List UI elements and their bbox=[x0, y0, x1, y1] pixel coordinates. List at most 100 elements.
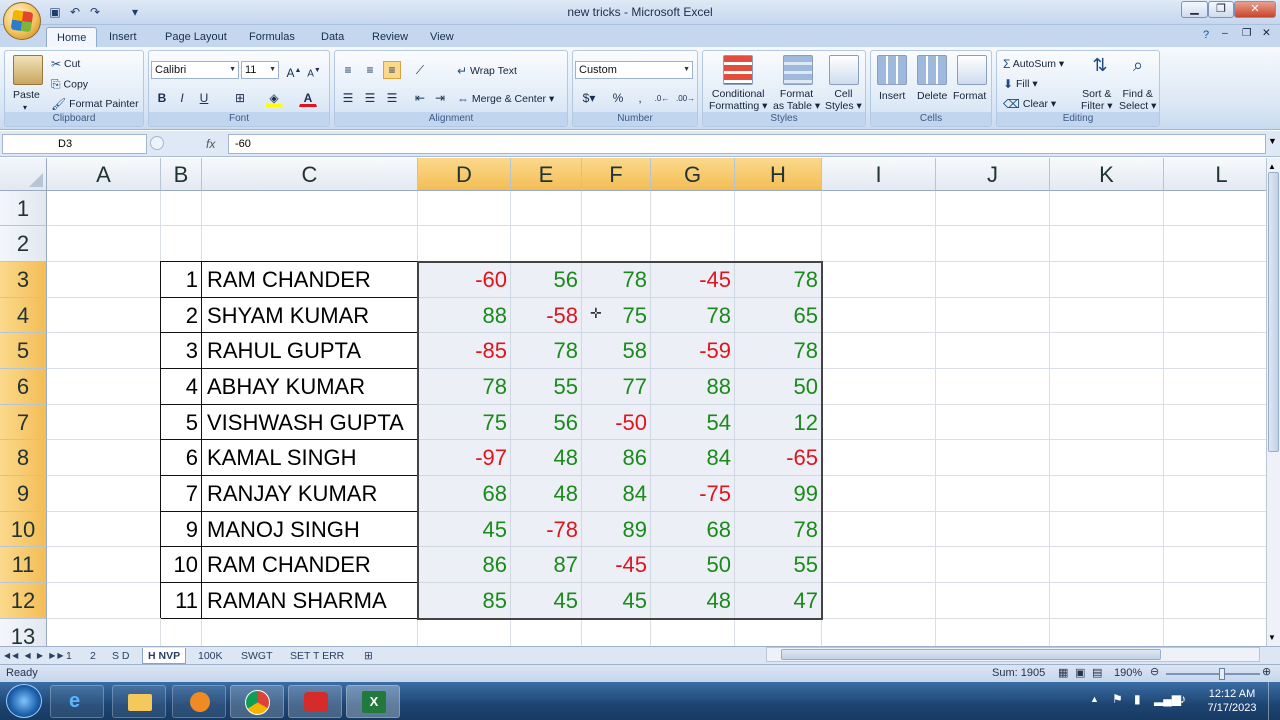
cell-c6[interactable]: ABHAY KUMAR bbox=[202, 369, 418, 404]
wrap-text-button[interactable]: ↵ Wrap Text bbox=[457, 64, 517, 78]
expand-formula-icon[interactable]: ▼ bbox=[1268, 136, 1277, 146]
cell-c11[interactable]: RAM CHANDER bbox=[202, 547, 418, 582]
column-header-b[interactable]: B bbox=[161, 158, 202, 191]
name-box[interactable]: D3 bbox=[2, 134, 147, 154]
comma-button[interactable]: , bbox=[631, 89, 649, 107]
increase-decimal-icon[interactable]: .0← bbox=[653, 89, 671, 107]
orientation-icon[interactable]: ⟋ bbox=[411, 61, 429, 79]
office-button[interactable] bbox=[3, 2, 41, 40]
row-header-3[interactable]: 3 bbox=[0, 262, 47, 298]
align-right-icon[interactable]: ☰ bbox=[383, 89, 401, 107]
row-header-8[interactable]: 8 bbox=[0, 440, 47, 476]
restore-button[interactable]: ❐ bbox=[1208, 1, 1234, 18]
sheet-tab-swgt[interactable]: SWGT bbox=[241, 648, 273, 664]
sheet-tab-100k[interactable]: 100K bbox=[198, 648, 223, 664]
ribbon-restore-icon[interactable]: ❐ bbox=[1242, 27, 1251, 39]
column-header-e[interactable]: E bbox=[511, 158, 582, 191]
cell-c9[interactable]: RANJAY KUMAR bbox=[202, 476, 418, 511]
font-size-select[interactable]: 11 ▼ bbox=[241, 61, 279, 79]
sheet-tab-h-nvp[interactable]: H NVP bbox=[142, 648, 187, 664]
cell-b3[interactable]: 1 bbox=[161, 262, 202, 297]
internet-explorer-icon[interactable]: e bbox=[50, 685, 104, 718]
clock[interactable]: 12:12 AM 7/17/2023 bbox=[1200, 687, 1264, 715]
shrink-font-button[interactable]: A▼ bbox=[305, 61, 323, 79]
font-name-select[interactable]: Calibri ▼ bbox=[151, 61, 239, 79]
decrease-decimal-icon[interactable]: .00→ bbox=[675, 89, 695, 107]
ribbon-minimize-icon[interactable]: – bbox=[1222, 27, 1228, 39]
column-header-l[interactable]: L bbox=[1164, 158, 1266, 191]
tab-view[interactable]: View bbox=[420, 27, 464, 47]
tab-page-layout[interactable]: Page Layout bbox=[155, 27, 237, 47]
show-desktop-button[interactable] bbox=[1268, 682, 1280, 720]
page-break-view-icon[interactable]: ▤ bbox=[1092, 666, 1102, 679]
column-header-a[interactable]: A bbox=[47, 158, 161, 191]
tab-home[interactable]: Home bbox=[46, 27, 98, 47]
delete-button[interactable]: Delete bbox=[917, 90, 947, 102]
conditional-formatting-button[interactable]: Conditional Formatting ▾ bbox=[709, 88, 767, 112]
tab-review[interactable]: Review bbox=[362, 27, 418, 47]
sort-filter-button[interactable]: Sort & Filter ▾ bbox=[1081, 88, 1113, 112]
find-select-button[interactable]: Find & Select ▾ bbox=[1119, 88, 1156, 112]
screen-recorder-icon[interactable] bbox=[288, 685, 342, 718]
format-painter-button[interactable]: 🖌 Format Painter bbox=[51, 97, 139, 111]
cell-c10[interactable]: MANOJ SINGH bbox=[202, 512, 418, 547]
tab-data[interactable]: Data bbox=[311, 27, 354, 47]
column-header-i[interactable]: I bbox=[822, 158, 936, 191]
row-header-1[interactable]: 1 bbox=[0, 191, 47, 226]
insert-function-icon[interactable]: fx bbox=[206, 137, 215, 151]
column-header-j[interactable]: J bbox=[936, 158, 1050, 191]
help-icon[interactable]: ? bbox=[1203, 29, 1209, 41]
page-layout-view-icon[interactable]: ▣ bbox=[1075, 666, 1085, 679]
paste-dropdown-icon[interactable]: ▾ bbox=[23, 103, 27, 112]
battery-icon[interactable]: ▮ bbox=[1134, 692, 1141, 706]
cell-b4[interactable]: 2 bbox=[161, 298, 202, 333]
chrome-icon[interactable] bbox=[230, 685, 284, 718]
align-bottom-icon[interactable]: ≡ bbox=[383, 61, 401, 79]
column-header-h[interactable]: H bbox=[735, 158, 822, 191]
cell-c4[interactable]: SHYAM KUMAR bbox=[202, 298, 418, 333]
start-button[interactable] bbox=[6, 684, 42, 718]
cell-styles-button[interactable]: Cell Styles ▾ bbox=[825, 88, 862, 112]
borders-icon[interactable]: ⊞ bbox=[231, 89, 249, 107]
cell-c12[interactable]: RAMAN SHARMA bbox=[202, 583, 418, 618]
horizontal-scroll-thumb[interactable] bbox=[781, 649, 1161, 660]
percent-button[interactable]: % bbox=[609, 89, 627, 107]
number-format-select[interactable]: Custom ▼ bbox=[575, 61, 693, 79]
row-header-12[interactable]: 12 bbox=[0, 583, 47, 619]
network-icon[interactable]: ▂▄▆ bbox=[1154, 692, 1181, 706]
horizontal-scrollbar[interactable] bbox=[766, 647, 1260, 662]
action-center-icon[interactable]: ⚑ bbox=[1112, 692, 1123, 706]
cut-button[interactable]: ✂ Cut bbox=[51, 57, 80, 71]
row-header-6[interactable]: 6 bbox=[0, 369, 47, 405]
row-header-9[interactable]: 9 bbox=[0, 476, 47, 512]
zoom-slider[interactable] bbox=[1166, 673, 1260, 675]
media-player-icon[interactable] bbox=[172, 685, 226, 718]
sheet-nav-icon[interactable]: ◀◀ ◀ ▶ ▶▶ bbox=[4, 648, 66, 664]
normal-view-icon[interactable]: ▦ bbox=[1058, 666, 1068, 679]
font-color-icon[interactable]: A bbox=[299, 89, 317, 107]
merge-center-button[interactable]: ⇔ Merge & Center ▾ bbox=[457, 92, 554, 106]
cell-b12[interactable]: 11 bbox=[161, 583, 202, 618]
row-header-2[interactable]: 2 bbox=[0, 226, 47, 262]
sheet-tab-set-t-err[interactable]: SET T ERR bbox=[290, 648, 344, 664]
grow-font-button[interactable]: A▲ bbox=[285, 61, 303, 80]
cell-c7[interactable]: VISHWASH GUPTA bbox=[202, 405, 418, 440]
vertical-scroll-thumb[interactable] bbox=[1268, 172, 1279, 452]
formula-input[interactable]: -60 bbox=[228, 134, 1266, 154]
minimize-button[interactable]: ▁ bbox=[1181, 1, 1208, 18]
cell-b9[interactable]: 7 bbox=[161, 476, 202, 511]
cell-c3[interactable]: RAM CHANDER bbox=[202, 262, 418, 297]
bold-button[interactable]: B bbox=[153, 89, 171, 107]
cell-b7[interactable]: 5 bbox=[161, 405, 202, 440]
volume-icon[interactable]: ♪ bbox=[1180, 692, 1186, 706]
worksheet-grid[interactable]: ABCDEFGHIJKL 1 2 3 4 5 6 7 8 9 10 11 12 13 1 RAM CHAN… bbox=[0, 158, 1266, 646]
column-header-g[interactable]: G bbox=[651, 158, 735, 191]
cell-b5[interactable]: 3 bbox=[161, 333, 202, 368]
italic-button[interactable]: I bbox=[173, 89, 191, 107]
cell-c5[interactable]: RAHUL GUPTA bbox=[202, 333, 418, 368]
align-middle-icon[interactable]: ≡ bbox=[361, 61, 379, 79]
copy-button[interactable]: ⎘ Copy bbox=[51, 77, 88, 92]
autosum-button[interactable]: Σ AutoSum ▾ bbox=[1003, 57, 1064, 71]
row-header-7[interactable]: 7 bbox=[0, 405, 47, 440]
sheet-tab-sd[interactable]: S D bbox=[112, 648, 130, 664]
